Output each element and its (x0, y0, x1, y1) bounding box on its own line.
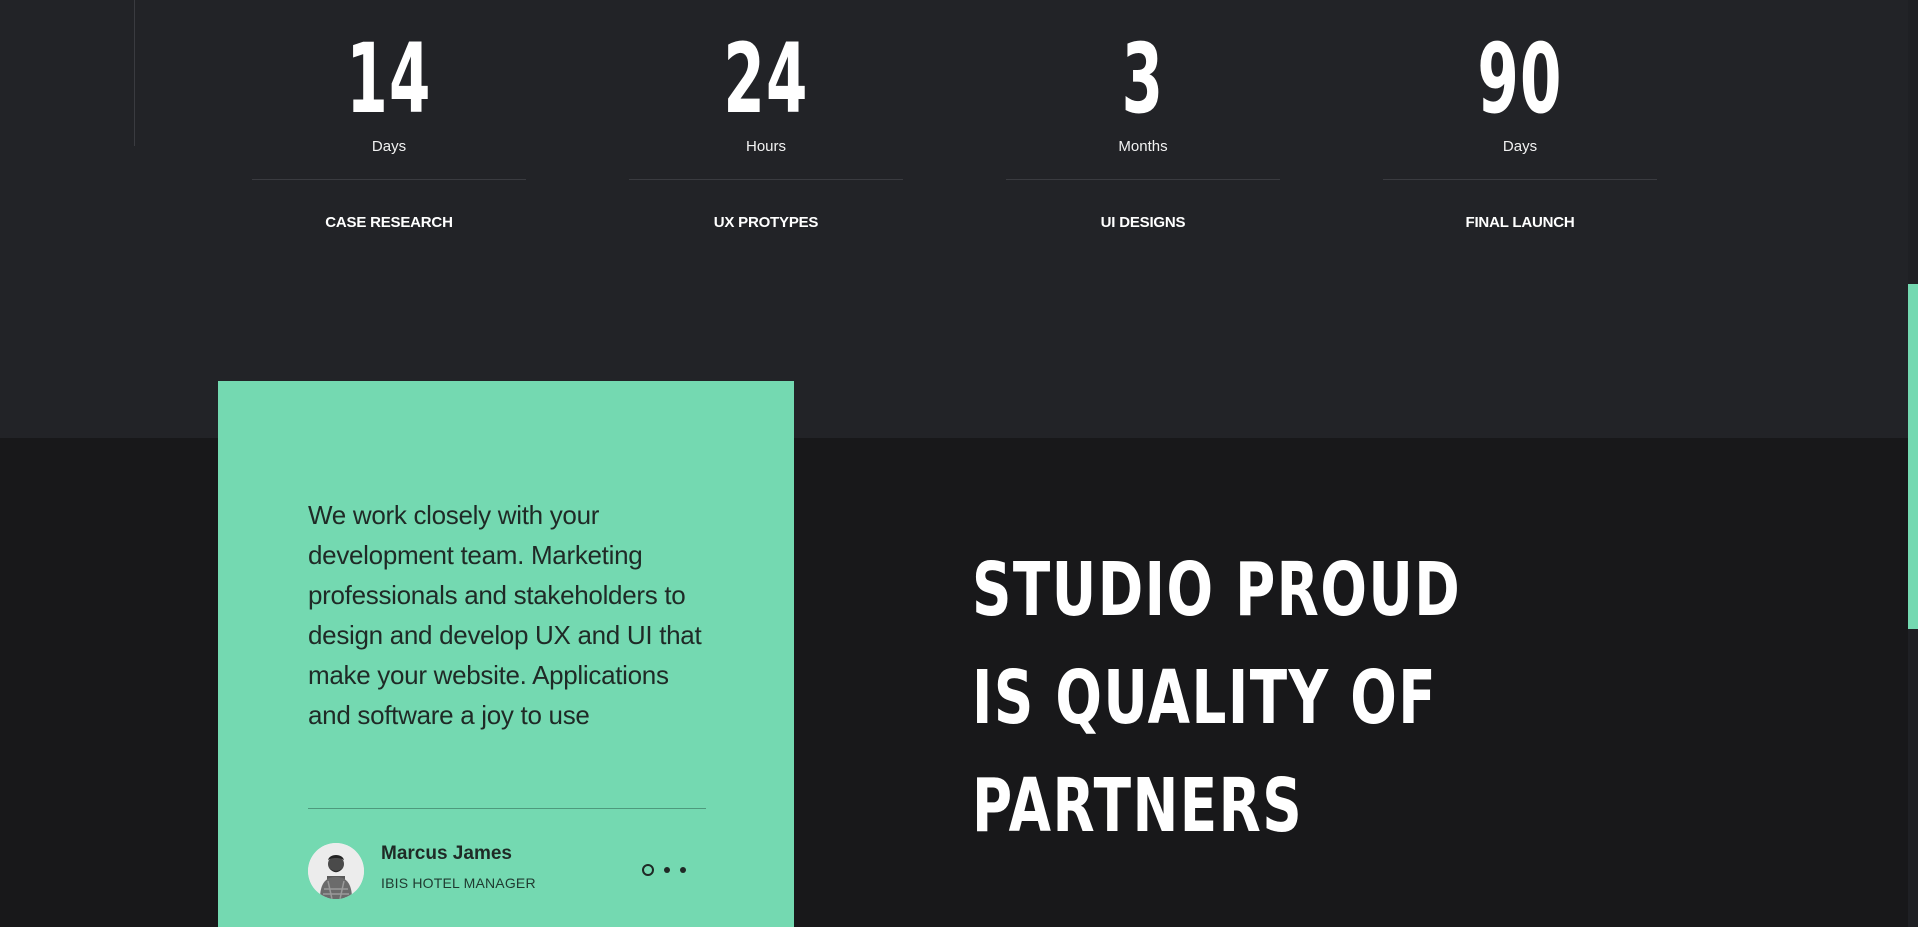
person-avatar-icon (308, 843, 364, 899)
stat-divider (252, 179, 526, 180)
headline-line-3: PARTNERS (972, 763, 1304, 849)
stat-unit: Days (371, 138, 407, 155)
testimonial-quote: We work closely with your development te… (308, 500, 702, 730)
stat-unit: Hours (745, 138, 786, 155)
stat-number: 90 (1477, 23, 1563, 135)
slider-dot-2[interactable] (664, 867, 670, 873)
stat-number: 14 (346, 23, 432, 135)
author-name: Marcus James (381, 843, 512, 864)
stat-label: CASE RESEARCH (325, 214, 453, 231)
stat-divider (1006, 179, 1280, 180)
testimonial-card: We work closely with your development te… (218, 381, 794, 927)
stat-label: UX PROTYPES (713, 214, 819, 231)
stat-number: 3 (1121, 23, 1165, 135)
stat-unit: Months (1118, 138, 1168, 155)
headline-line-2: IS QUALITY OF (972, 655, 1438, 741)
stat-divider (1383, 179, 1657, 180)
vertical-divider (134, 0, 135, 146)
stat-number: 24 (723, 23, 809, 135)
stat-ux-prototypes: 24 Hours UX PROTYPES (629, 0, 903, 231)
headline-line-1: STUDIO PROUD (972, 547, 1462, 633)
testimonial-divider (308, 808, 706, 809)
slider-dot-3[interactable] (680, 867, 686, 873)
stat-label: UI DESIGNS (1100, 214, 1186, 231)
scrollbar-thumb[interactable] (1908, 284, 1918, 629)
section-headline: STUDIO PROUD IS QUALITY OF PARTNERS (972, 536, 1462, 860)
slider-pagination (642, 861, 686, 879)
stat-unit: Days (1502, 138, 1538, 155)
stat-ui-designs: 3 Months UI DESIGNS (1006, 0, 1280, 231)
stat-final-launch: 90 Days FINAL LAUNCH (1383, 0, 1657, 231)
stat-case-research: 14 Days CASE RESEARCH (252, 0, 526, 231)
stat-label: FINAL LAUNCH (1465, 214, 1575, 231)
slider-dot-1[interactable] (642, 864, 654, 876)
stat-divider (629, 179, 903, 180)
scrollbar-track[interactable] (1908, 0, 1918, 927)
author-role: IBIS HOTEL MANAGER (381, 875, 536, 891)
